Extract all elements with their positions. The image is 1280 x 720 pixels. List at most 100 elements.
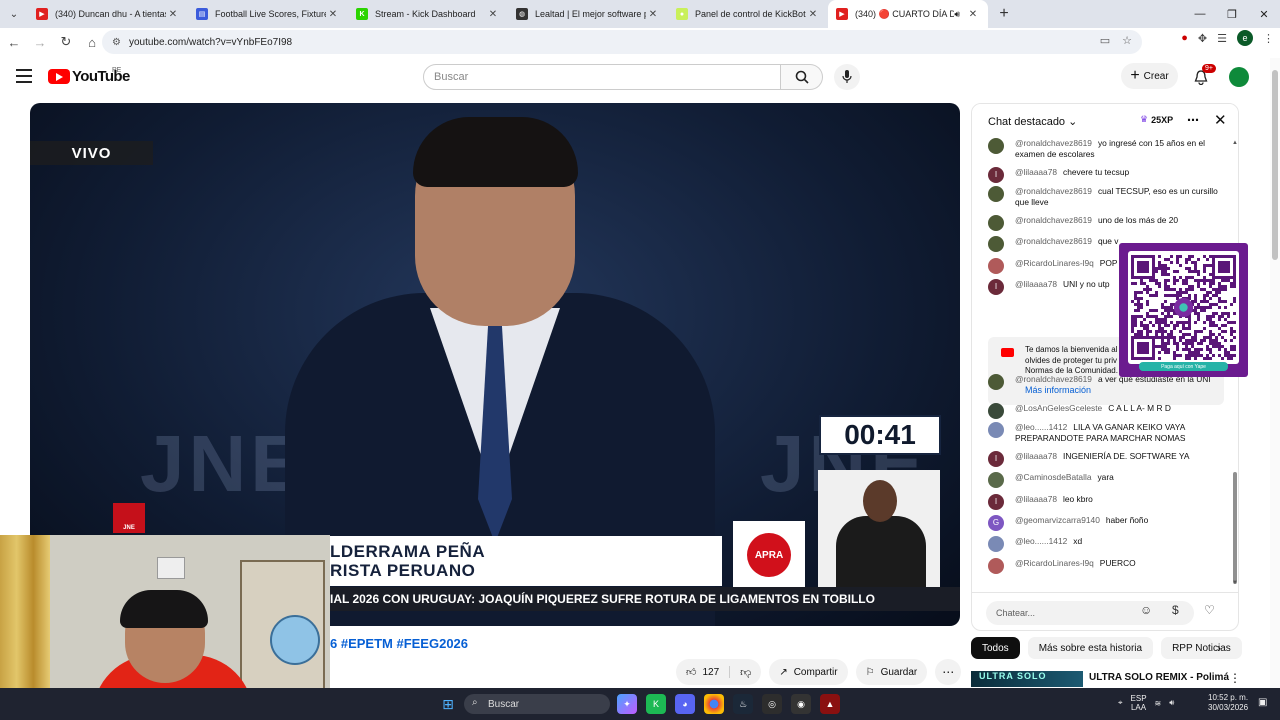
notification-center-icon[interactable]: ▣	[1258, 697, 1267, 708]
more-info-link[interactable]: Más información	[1025, 385, 1224, 396]
chat-author-avatar[interactable]: l	[988, 167, 1004, 183]
address-bar[interactable]: ⚙ youtube.com/watch?v=vYnbFEo7I98 ▭ ☆	[102, 30, 1142, 54]
audio-playing-icon[interactable]: 🔊︎	[954, 9, 960, 20]
reload-button[interactable]: ↻	[54, 30, 78, 54]
chat-message[interactable]: @ronaldchavez8619 yo ingresé con 15 años …	[988, 138, 1220, 159]
more-actions-button[interactable]: ⋯	[935, 659, 962, 685]
profile-avatar[interactable]: e	[1237, 30, 1253, 46]
chat-author-name[interactable]: @lilaaaa78	[1015, 279, 1057, 289]
minimize-button[interactable]: —	[1184, 0, 1216, 28]
chat-message[interactable]: @ronaldchavez8619 cual TECSUP, eso es un …	[988, 186, 1220, 207]
chrome-icon[interactable]	[704, 694, 724, 714]
chat-message[interactable]: l @lilaaaa78 chevere tu tecsup	[988, 167, 1220, 183]
super-chat-icon[interactable]: $	[1172, 603, 1179, 617]
emoji-icon[interactable]: ☺	[1140, 603, 1152, 617]
browser-tab-4[interactable]: ● Panel de control de KickBot ✕	[668, 0, 828, 28]
chat-author-name[interactable]: @ronaldchavez8619	[1015, 138, 1092, 148]
menu-hamburger-icon[interactable]	[16, 69, 32, 83]
tab-close-icon[interactable]: ✕	[966, 9, 980, 20]
chat-author-avatar[interactable]: G	[988, 515, 1004, 531]
location-icon[interactable]: ⌖	[1118, 698, 1123, 708]
chat-mode-selector[interactable]: Chat destacado ⌄	[988, 115, 1077, 128]
chat-author-name[interactable]: @ronaldchavez8619	[1015, 215, 1092, 225]
xp-badge[interactable]: ♛ 25XP	[1140, 114, 1173, 125]
create-button[interactable]: + Crear	[1121, 63, 1178, 89]
home-button[interactable]: ⌂	[80, 30, 104, 54]
app-icon-red[interactable]: ▲	[820, 694, 840, 714]
browser-tab-5[interactable]: ▶ (340) 🔴 CUARTO DÍA DEL🔊︎ ✕	[828, 0, 988, 28]
chat-author-name[interactable]: @ronaldchavez8619	[1015, 236, 1092, 246]
chat-message[interactable]: G @geomarvizcarra9140 haber ñoño	[988, 515, 1220, 531]
voice-search-button[interactable]	[834, 64, 860, 90]
windows-start-icon[interactable]: ⊞	[438, 694, 458, 714]
back-button[interactable]: ←	[2, 30, 26, 54]
chat-author-name[interactable]: @RicardoLinares-l9q	[1015, 558, 1094, 568]
extension-icon[interactable]: ●	[1181, 32, 1188, 44]
chat-message[interactable]: @CaminosdeBatalla yara	[988, 472, 1220, 488]
recommended-video[interactable]: ULTRA SOLO ULTRA SOLO REMIX - Polimá ⋮	[971, 671, 1261, 687]
chat-author-avatar[interactable]	[988, 236, 1004, 252]
cast-icon[interactable]: ▭	[1100, 34, 1110, 47]
wifi-icon[interactable]: ≋	[1155, 699, 1162, 708]
tab-close-icon[interactable]: ✕	[646, 9, 660, 20]
site-info-icon[interactable]: ⚙	[112, 37, 121, 48]
recommended-more-icon[interactable]: ⋮	[1229, 671, 1241, 685]
browser-tab-1[interactable]: ▤ Football Live Scores, Fixtures &✕	[188, 0, 348, 28]
chat-author-avatar[interactable]	[988, 472, 1004, 488]
browser-tab-2[interactable]: K Stream - Kick Dashboard ✕	[348, 0, 508, 28]
chat-message[interactable]: @RicardoLinares-l9q PUERCO	[988, 558, 1220, 574]
chat-message[interactable]: l @lilaaaa78 leo kbro	[988, 494, 1220, 510]
tab-close-icon[interactable]: ✕	[326, 9, 340, 20]
page-scrollbar[interactable]	[1270, 58, 1280, 688]
reading-list-icon[interactable]: ☰	[1217, 32, 1227, 45]
chat-author-avatar[interactable]	[988, 558, 1004, 574]
chat-author-name[interactable]: @lilaaaa78	[1015, 451, 1057, 461]
chat-author-avatar[interactable]	[988, 138, 1004, 154]
chat-author-avatar[interactable]	[988, 422, 1004, 438]
browser-tab-3[interactable]: ◍ Lealtad | El mejor software para✕	[508, 0, 668, 28]
chat-author-name[interactable]: @geomarvizcarra9140	[1015, 515, 1100, 525]
discord-icon[interactable]: ◕	[675, 694, 695, 714]
recommended-thumbnail[interactable]: ULTRA SOLO	[971, 671, 1083, 687]
chip-0[interactable]: Todos	[971, 637, 1020, 659]
chat-author-avatar[interactable]	[988, 536, 1004, 552]
tab-search-dropdown[interactable]: ⌄	[0, 0, 28, 28]
tab-close-icon[interactable]: ✕	[806, 9, 820, 20]
chat-author-avatar[interactable]	[988, 215, 1004, 231]
chip-2[interactable]: RPP Noticias	[1161, 637, 1242, 659]
chat-message[interactable]: @leo......1412 xd	[988, 536, 1220, 552]
close-chat-icon[interactable]: ✕	[1214, 111, 1227, 129]
extensions-puzzle-icon[interactable]: ✥	[1198, 32, 1207, 45]
chat-author-name[interactable]: @lilaaaa78	[1015, 494, 1057, 504]
chat-author-avatar[interactable]: l	[988, 279, 1004, 295]
page-scrollbar-thumb[interactable]	[1272, 70, 1278, 260]
bookmark-star-icon[interactable]: ☆	[1122, 34, 1132, 47]
account-avatar[interactable]	[1229, 67, 1249, 87]
chat-message[interactable]: @LosAnGelesGceleste C A L L A- M R D	[988, 403, 1220, 419]
close-window-button[interactable]: ✕	[1248, 0, 1280, 28]
chat-author-name[interactable]: @CaminosdeBatalla	[1015, 472, 1091, 482]
chat-author-name[interactable]: @ronaldchavez8619	[1015, 374, 1092, 384]
language-indicator[interactable]: ESP LAA	[1131, 694, 1147, 712]
chevron-right-icon[interactable]: ›	[1217, 641, 1221, 655]
dislike-button[interactable]: 👎︎	[730, 666, 761, 679]
browser-tab-0[interactable]: ▶ (340) Duncan dhu - A tientas (li✕	[28, 0, 188, 28]
chat-author-avatar[interactable]	[988, 186, 1004, 202]
share-button[interactable]: ↗ Compartir	[769, 659, 848, 685]
obs-icon[interactable]: ◉	[791, 694, 811, 714]
chat-author-avatar[interactable]: l	[988, 494, 1004, 510]
volume-icon[interactable]: 🔊︎	[1169, 698, 1174, 708]
chat-author-avatar[interactable]	[988, 258, 1004, 274]
like-button[interactable]: 👍︎ 127	[676, 666, 731, 678]
video-hashtags[interactable]: 6 #EPETM #FEEG2026	[330, 636, 468, 651]
new-tab-button[interactable]: +	[992, 2, 1016, 26]
steam-icon[interactable]: ♨	[733, 694, 753, 714]
chip-1[interactable]: Más sobre esta historia	[1027, 637, 1154, 659]
chat-author-name[interactable]: @lilaaaa78	[1015, 167, 1057, 177]
heart-icon[interactable]: ♡	[1204, 603, 1215, 617]
save-button[interactable]: ⚐ Guardar	[855, 659, 928, 685]
chat-author-avatar[interactable]	[988, 374, 1004, 390]
chat-author-avatar[interactable]: l	[988, 451, 1004, 467]
search-button[interactable]	[781, 64, 823, 90]
kick-app-icon[interactable]: K	[646, 694, 666, 714]
